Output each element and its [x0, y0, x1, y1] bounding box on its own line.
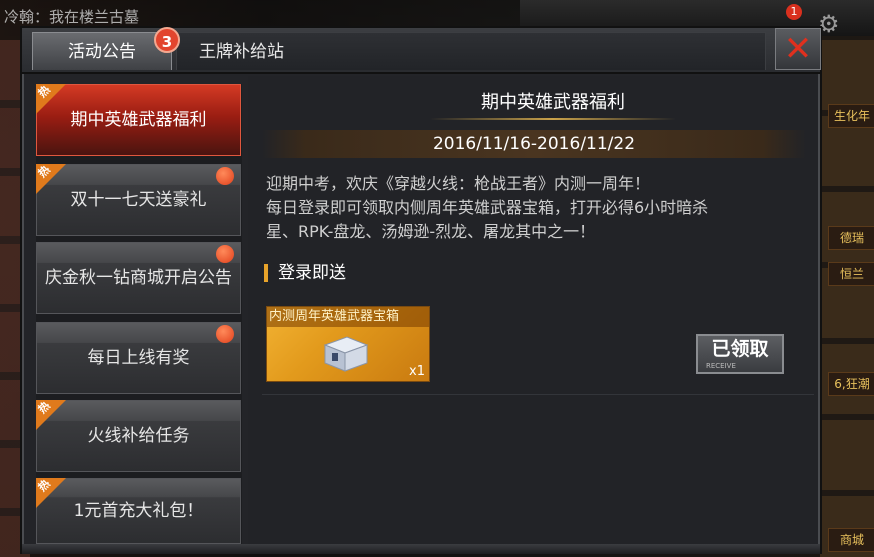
event-description: 迎期中考，欢庆《穿越火线：枪战王者》内测一周年！ 每日登录即可领取内侧周年英雄武… [266, 172, 814, 244]
tab-announcements[interactable]: 活动公告 [32, 32, 172, 70]
claim-button-sub: RECEIVE [706, 362, 736, 370]
reward-name: 内测周年英雄武器宝箱 [267, 307, 429, 327]
close-icon: ✕ [783, 29, 813, 69]
tab-supply-station[interactable]: 王牌补给站 [176, 32, 766, 70]
sidebar-item-double-eleven[interactable]: 热 双十一七天送豪礼 [36, 163, 241, 236]
event-date-range: 2016/11/16-2016/11/22 [262, 130, 806, 158]
sidebar-item-label: 火线补给任务 [87, 426, 190, 446]
sidebar-item-hero-weapon[interactable]: 热 期中英雄武器福利 [36, 83, 241, 156]
dialog-bottom-edge [22, 544, 820, 554]
chat-message: 冷翰：我在楼兰古墓 [4, 8, 140, 26]
tab-badge: 3 [154, 27, 180, 53]
background-tag: 恒兰 [828, 262, 874, 286]
divider [262, 394, 814, 395]
sidebar-item-label: 双十一七天送豪礼 [70, 190, 207, 210]
background-tag: 生化年 [828, 104, 874, 128]
sidebar-item-label: 1元首充大礼包！ [73, 501, 204, 521]
sidebar-item-label: 每日上线有奖 [87, 348, 190, 368]
section-title: 登录即送 [278, 263, 346, 283]
sidebar-item-label: 期中英雄武器福利 [70, 110, 207, 130]
close-button[interactable]: ✕ [775, 28, 821, 70]
description-line: 迎期中考，欢庆《穿越火线：枪战王者》内测一周年！ [266, 174, 651, 193]
claimed-button[interactable]: 已领取 RECEIVE [696, 334, 784, 374]
background-tag: 商城 [828, 528, 874, 552]
claim-button-label: 已领取 [711, 338, 769, 360]
sidebar-item-first-recharge[interactable]: 热 1元首充大礼包！ [36, 477, 241, 544]
gear-icon[interactable]: ⚙ [818, 12, 840, 36]
background-tag: 德瑞 [828, 226, 874, 250]
sidebar-item-daily-login[interactable]: 每日上线有奖 [36, 322, 241, 394]
title-underline [430, 118, 676, 120]
description-line: 每日登录即可领取内侧周年英雄武器宝箱，打开必得6小时暗杀 [266, 198, 709, 217]
notification-badge: 1 [786, 4, 802, 20]
sidebar-item-supply-mission[interactable]: 热 火线补给任务 [36, 399, 241, 472]
sidebar-item-label: 庆金秋一钻商城开启公告 [45, 268, 232, 288]
weapon-crate-icon [323, 336, 369, 372]
sidebar-item-autumn-shop[interactable]: 庆金秋一钻商城开启公告 [36, 242, 241, 314]
event-title: 期中英雄武器福利 [481, 92, 625, 113]
reward-item[interactable]: 内测周年英雄武器宝箱 x1 [266, 306, 430, 382]
description-line: 星、RPK-盘龙、汤姆逊-烈龙、屠龙其中之一！ [266, 222, 596, 241]
reward-quantity: x1 [409, 364, 425, 379]
background-tag: 6,狂潮 [828, 372, 874, 396]
